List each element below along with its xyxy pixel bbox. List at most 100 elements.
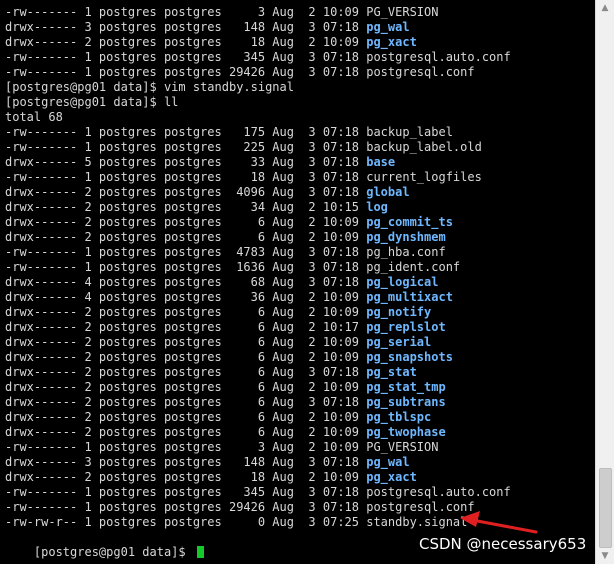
terminal-line: drwx------ 2 postgres postgres 6 Aug 2 1… (5, 230, 446, 245)
line-text: -rw------- 1 postgres postgres 345 Aug 3… (5, 485, 367, 499)
line-text: drwx------ 2 postgres postgres 6 Aug 2 1… (5, 350, 367, 364)
terminal-line: -rw------- 1 postgres postgres 4783 Aug … (5, 245, 446, 260)
line-text: drwx------ 2 postgres postgres 18 Aug 2 … (5, 470, 367, 484)
line-text: -rw-rw-r-- 1 postgres postgres 0 Aug 3 0… (5, 515, 367, 529)
file-name: postgresql.auto.conf (366, 50, 511, 64)
line-text: -rw------- 1 postgres postgres 175 Aug 3… (5, 125, 367, 139)
line-text: drwx------ 2 postgres postgres 6 Aug 2 1… (5, 335, 367, 349)
terminal-cursor (196, 546, 204, 558)
terminal-line: -rw------- 1 postgres postgres 29426 Aug… (5, 65, 475, 80)
line-text: drwx------ 2 postgres postgres 6 Aug 2 1… (5, 305, 367, 319)
terminal-line: drwx------ 4 postgres postgres 68 Aug 3 … (5, 275, 438, 290)
directory-name: pg_replslot (366, 320, 446, 334)
directory-name: pg_serial (366, 335, 432, 349)
arrow-up-icon[interactable]: ▲ (596, 0, 614, 16)
line-text: drwx------ 5 postgres postgres 33 Aug 3 … (5, 155, 367, 169)
terminal-line: drwx------ 2 postgres postgres 6 Aug 2 1… (5, 410, 431, 425)
file-name: PG_VERSION (366, 5, 439, 19)
terminal-line: drwx------ 2 postgres postgres 6 Aug 2 1… (5, 320, 446, 335)
directory-name: pg_tblspc (366, 410, 432, 424)
directory-name: pg_wal (366, 455, 410, 469)
terminal-line: -rw------- 1 postgres postgres 345 Aug 3… (5, 485, 511, 500)
line-text: -rw------- 1 postgres postgres 18 Aug 3 … (5, 170, 367, 184)
terminal-line: -rw-rw-r-- 1 postgres postgres 0 Aug 3 0… (5, 515, 467, 530)
line-text: -rw------- 1 postgres postgres 29426 Aug… (5, 65, 367, 79)
terminal-line: drwx------ 3 postgres postgres 148 Aug 3… (5, 455, 410, 470)
terminal-line: drwx------ 2 postgres postgres 6 Aug 3 0… (5, 365, 417, 380)
directory-name: base (366, 155, 396, 169)
line-text: drwx------ 2 postgres postgres 6 Aug 2 1… (5, 230, 367, 244)
terminal-line: -rw------- 1 postgres postgres 18 Aug 3 … (5, 170, 482, 185)
file-name: PG_VERSION (366, 440, 439, 454)
line-text: -rw------- 1 postgres postgres 1636 Aug … (5, 260, 367, 274)
file-name: current_logfiles (366, 170, 482, 184)
terminal-line: -rw------- 1 postgres postgres 1636 Aug … (5, 260, 460, 275)
file-name: postgresql.auto.conf (366, 485, 511, 499)
file-name: postgresql.conf (366, 500, 475, 514)
scrollbar-thumb[interactable] (599, 468, 612, 548)
line-text: drwx------ 2 postgres postgres 6 Aug 3 0… (5, 365, 367, 379)
prompt-text: [postgres@pg01 data]$ (33, 545, 193, 559)
terminal-line: -rw------- 1 postgres postgres 3 Aug 2 1… (5, 440, 438, 455)
line-text: drwx------ 2 postgres postgres 6 Aug 2 1… (5, 320, 367, 334)
file-name: postgresql.conf (366, 65, 475, 79)
directory-name: pg_twophase (366, 425, 446, 439)
directory-name: pg_wal (366, 20, 410, 34)
line-text: -rw------- 1 postgres postgres 29426 Aug… (5, 500, 367, 514)
vertical-scrollbar[interactable]: ▲ ▼ (595, 0, 614, 564)
terminal-line: [postgres@pg01 data]$ vim standby.signal (5, 80, 294, 95)
directory-name: pg_notify (366, 305, 432, 319)
terminal-line: drwx------ 2 postgres postgres 18 Aug 2 … (5, 35, 417, 50)
terminal-line: -rw------- 1 postgres postgres 175 Aug 3… (5, 125, 453, 140)
line-text: drwx------ 2 postgres postgres 6 Aug 2 1… (5, 380, 367, 394)
terminal-line: drwx------ 2 postgres postgres 34 Aug 2 … (5, 200, 388, 215)
terminal-line: drwx------ 5 postgres postgres 33 Aug 3 … (5, 155, 395, 170)
terminal-line: drwx------ 2 postgres postgres 6 Aug 2 1… (5, 380, 446, 395)
directory-name: log (366, 200, 388, 214)
directory-name: pg_xact (366, 35, 417, 49)
line-text: drwx------ 2 postgres postgres 6 Aug 2 1… (5, 215, 367, 229)
directory-name: global (366, 185, 410, 199)
file-name: pg_hba.conf (366, 245, 446, 259)
line-text: -rw------- 1 postgres postgres 345 Aug 3… (5, 50, 367, 64)
line-text: drwx------ 3 postgres postgres 148 Aug 3… (5, 20, 367, 34)
terminal-line: -rw------- 1 postgres postgres 225 Aug 3… (5, 140, 482, 155)
line-text: [postgres@pg01 data]$ vim standby.signal (5, 80, 294, 94)
terminal-line: [postgres@pg01 data]$ ll (5, 95, 178, 110)
terminal-line: drwx------ 2 postgres postgres 6 Aug 2 1… (5, 215, 453, 230)
terminal-prompt-line[interactable]: [postgres@pg01 data]$ (5, 530, 204, 559)
line-text: -rw------- 1 postgres postgres 4783 Aug … (5, 245, 367, 259)
line-text: drwx------ 2 postgres postgres 6 Aug 3 0… (5, 395, 367, 409)
file-name: pg_ident.conf (366, 260, 461, 274)
terminal-line: total 68 (5, 110, 63, 125)
arrow-down-icon[interactable]: ▼ (596, 548, 614, 564)
terminal-window[interactable]: -rw------- 1 postgres postgres 3 Aug 2 1… (0, 0, 596, 564)
terminal-line: drwx------ 2 postgres postgres 6 Aug 3 0… (5, 395, 446, 410)
line-text: drwx------ 4 postgres postgres 68 Aug 3 … (5, 275, 367, 289)
line-text: drwx------ 2 postgres postgres 34 Aug 2 … (5, 200, 367, 214)
terminal-line: drwx------ 2 postgres postgres 4096 Aug … (5, 185, 410, 200)
line-text: drwx------ 4 postgres postgres 36 Aug 2 … (5, 290, 367, 304)
watermark: CSDN @necessary653 (419, 535, 587, 553)
terminal-line: drwx------ 2 postgres postgres 6 Aug 2 1… (5, 425, 446, 440)
file-name: standby.signal (366, 515, 468, 529)
terminal-line: -rw------- 1 postgres postgres 3 Aug 2 1… (5, 5, 438, 20)
directory-name: pg_stat (366, 365, 417, 379)
line-text: drwx------ 3 postgres postgres 148 Aug 3… (5, 455, 367, 469)
terminal-line: drwx------ 2 postgres postgres 6 Aug 2 1… (5, 305, 431, 320)
directory-name: pg_multixact (366, 290, 453, 304)
directory-name: pg_dynshmem (366, 230, 446, 244)
line-text: drwx------ 2 postgres postgres 18 Aug 2 … (5, 35, 367, 49)
terminal-line: drwx------ 2 postgres postgres 18 Aug 2 … (5, 470, 417, 485)
file-name: backup_label.old (366, 140, 482, 154)
line-text: drwx------ 2 postgres postgres 4096 Aug … (5, 185, 367, 199)
terminal-line: drwx------ 4 postgres postgres 36 Aug 2 … (5, 290, 453, 305)
terminal-line: drwx------ 2 postgres postgres 6 Aug 2 1… (5, 350, 453, 365)
file-name: backup_label (366, 125, 453, 139)
directory-name: pg_stat_tmp (366, 380, 446, 394)
terminal-line: -rw------- 1 postgres postgres 29426 Aug… (5, 500, 475, 515)
line-text: drwx------ 2 postgres postgres 6 Aug 2 1… (5, 410, 367, 424)
directory-name: pg_commit_ts (366, 215, 453, 229)
terminal-line: drwx------ 2 postgres postgres 6 Aug 2 1… (5, 335, 431, 350)
line-text: -rw------- 1 postgres postgres 3 Aug 2 1… (5, 440, 367, 454)
